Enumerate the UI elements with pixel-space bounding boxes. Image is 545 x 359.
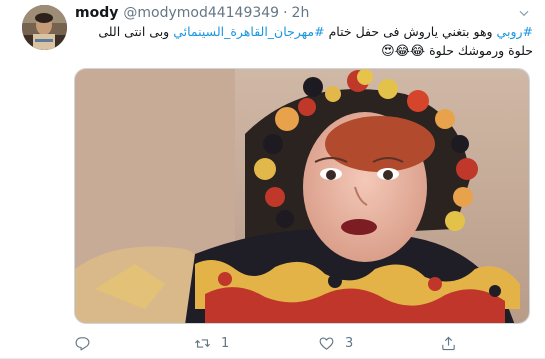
like-count: 3	[345, 336, 354, 351]
tweet-text-part: وهو بتغني ياروش فى حفل ختام	[324, 24, 497, 39]
user-handle[interactable]: @modymod44149349	[123, 5, 279, 21]
reply-button[interactable]	[74, 335, 101, 352]
like-button[interactable]: 3	[318, 335, 353, 352]
timestamp[interactable]: 2h	[292, 5, 310, 21]
avatar[interactable]	[22, 5, 67, 50]
share-button[interactable]	[440, 335, 457, 352]
separator-dot: ·	[283, 5, 288, 21]
share-icon	[442, 336, 455, 351]
tweet-header: mody @modymod44149349 · 2h	[75, 3, 309, 23]
hashtag-link[interactable]: #مهرجان_القاهرة_السينمائي	[173, 24, 324, 39]
retweet-button[interactable]: 1	[194, 335, 229, 352]
reply-icon	[75, 337, 90, 351]
display-name[interactable]: mody	[75, 5, 118, 21]
hashtag-link[interactable]: #روبي	[497, 24, 533, 39]
avatar-image	[22, 5, 67, 50]
retweet-count: 1	[221, 336, 230, 351]
emoji-group: 😂😂😍	[381, 44, 426, 59]
retweet-icon	[195, 339, 210, 348]
tweet-actions: 1 3	[74, 335, 474, 355]
photo-woman-costume	[75, 69, 529, 323]
tweet[interactable]: mody @modymod44149349 · 2h #روبي وهو بتغ…	[0, 0, 545, 359]
chevron-down-icon[interactable]	[517, 6, 531, 20]
tweet-image[interactable]	[74, 68, 530, 324]
heart-icon	[319, 337, 334, 350]
tweet-text: #روبي وهو بتغني ياروش فى حفل ختام #مهرجا…	[75, 22, 533, 61]
